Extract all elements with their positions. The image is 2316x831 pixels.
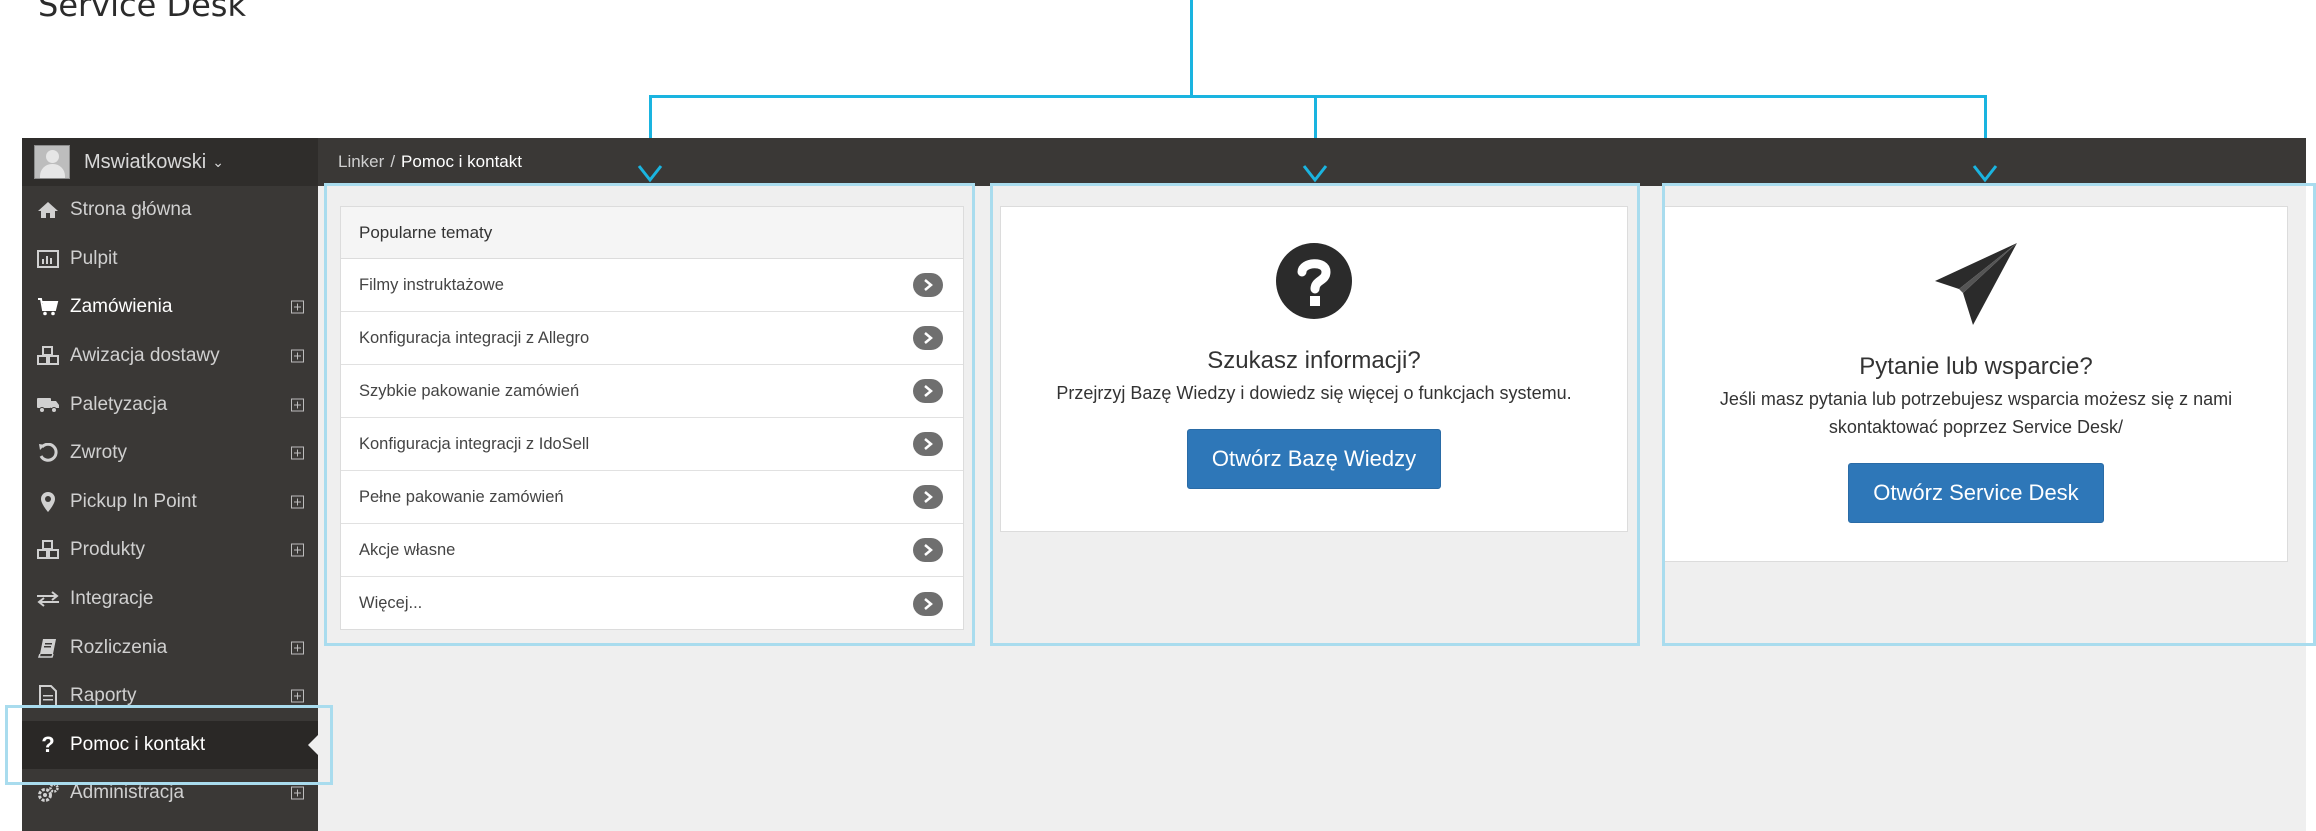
cubes-icon (34, 540, 62, 560)
list-item[interactable]: Więcej... (341, 577, 963, 630)
user-name: Mswiatkowski (84, 150, 207, 173)
topic-label: Pełne pakowanie zamówień (359, 487, 564, 506)
sidebar-item-pomoc-i-kontakt[interactable]: ? Pomoc i kontakt (22, 720, 318, 770)
topic-label: Więcej... (359, 594, 423, 612)
sidebar-item-administracja[interactable]: Administracja (22, 769, 318, 818)
expand-icon[interactable] (291, 543, 304, 557)
book-icon (34, 638, 62, 658)
service-desk-title: Pytanie lub wsparcie? (1859, 353, 2093, 380)
arrow-down-icon (637, 165, 663, 183)
sidebar-item-produkty[interactable]: Produkty (22, 526, 318, 575)
list-item[interactable]: Szybkie pakowanie zamówień (341, 365, 963, 418)
open-service-desk-button[interactable]: Otwórz Service Desk (1848, 463, 2104, 523)
expand-icon[interactable] (291, 398, 304, 412)
sidebar-item-strona-glowna[interactable]: Strona główna (22, 186, 318, 235)
arrow-down-icon (1972, 165, 1998, 183)
cubes-icon (34, 346, 62, 366)
sidebar-item-raporty[interactable]: Raporty (22, 672, 318, 721)
sidebar-item-label: Rozliczenia (70, 636, 168, 658)
sidebar-item-zamowienia[interactable]: Zamówienia (22, 283, 318, 332)
avatar (34, 145, 70, 179)
undo-icon (34, 443, 62, 463)
paper-plane-icon (1935, 243, 2017, 325)
service-desk-description: Jeśli masz pytania lub potrzebujesz wspa… (1719, 389, 2233, 437)
list-item[interactable]: Konfiguracja integracji z Allegro (341, 312, 963, 365)
sidebar-item-rozliczenia[interactable]: Rozliczenia (22, 623, 318, 672)
topic-label: Konfiguracja integracji z Allegro (359, 328, 590, 347)
chevron-right-icon[interactable] (913, 432, 943, 456)
sidebar-item-label: Raporty (70, 685, 137, 707)
knowledge-base-description: Przejrzyj Bazę Wiedzy i dowiedz się więc… (1056, 383, 1572, 403)
question-circle-icon (1276, 243, 1352, 319)
topic-label: Akcje własne (359, 540, 456, 559)
chevron-right-icon[interactable] (913, 485, 943, 509)
expand-icon[interactable] (291, 495, 304, 509)
popular-topics-header: Popularne tematy (341, 207, 963, 259)
service-desk-panel: Pytanie lub wsparcie? Jeśli masz pytania… (1664, 206, 2288, 562)
expand-icon[interactable] (291, 786, 304, 800)
list-item[interactable]: Akcje własne (341, 524, 963, 577)
sidebar-item-label: Zwroty (70, 442, 127, 464)
file-text-icon (34, 685, 62, 708)
knowledge-base-title: Szukasz informacji? (1207, 347, 1421, 374)
sidebar-item-label: Integracje (70, 588, 154, 610)
sidebar-item-paletyzacja[interactable]: Paletyzacja (22, 380, 318, 429)
sidebar-item-pulpit[interactable]: Pulpit (22, 235, 318, 284)
expand-icon[interactable] (291, 300, 304, 314)
sidebar: Mswiatkowski ⌄ Strona główna Pulpit Zamó… (22, 138, 318, 831)
app-window: Mswiatkowski ⌄ Strona główna Pulpit Zamó… (22, 138, 2306, 831)
active-indicator (308, 734, 318, 755)
popular-topics-panel: Popularne tematy Filmy instruktażowe Kon… (340, 206, 964, 630)
list-item[interactable]: Pełne pakowanie zamówień (341, 471, 963, 524)
exchange-icon (34, 590, 62, 608)
breadcrumb-current: Pomoc i kontakt (401, 152, 522, 171)
annotation-title: Service Desk (38, 0, 246, 24)
sidebar-item-label: Administracja (70, 782, 185, 804)
sidebar-item-label: Paletyzacja (70, 393, 168, 415)
sidebar-item-awizacja-dostawy[interactable]: Awizacja dostawy (22, 332, 318, 381)
user-menu[interactable]: Mswiatkowski ⌄ (22, 138, 318, 186)
dashboard-icon (34, 249, 62, 268)
breadcrumb-separator: / (390, 152, 396, 171)
sidebar-item-label: Strona główna (70, 199, 192, 221)
sidebar-item-integracje[interactable]: Integracje (22, 575, 318, 624)
expand-icon[interactable] (291, 349, 304, 363)
list-item[interactable]: Filmy instruktażowe (341, 259, 963, 312)
sidebar-item-label: Pickup In Point (70, 490, 197, 512)
knowledge-base-panel: Szukasz informacji? Przejrzyj Bazę Wiedz… (1000, 206, 1628, 532)
sidebar-item-label: Awizacja dostawy (70, 345, 220, 367)
chevron-right-icon[interactable] (913, 273, 943, 297)
chevron-right-icon[interactable] (913, 379, 943, 403)
breadcrumb-parent[interactable]: Linker (338, 152, 384, 172)
expand-icon[interactable] (291, 689, 304, 703)
sidebar-item-label: Pomoc i kontakt (70, 733, 206, 755)
truck-icon (34, 396, 62, 414)
sidebar-item-label: Zamówienia (70, 296, 173, 318)
sidebar-item-label: Produkty (70, 539, 145, 561)
expand-icon[interactable] (291, 446, 304, 460)
topic-label: Konfiguracja integracji z IdoSell (359, 434, 590, 453)
arrow-down-icon (1302, 165, 1328, 183)
chevron-right-icon[interactable] (913, 326, 943, 350)
home-icon (34, 201, 62, 219)
question-icon: ? (41, 731, 55, 757)
chevron-right-icon[interactable] (913, 591, 943, 616)
open-knowledge-base-button[interactable]: Otwórz Bazę Wiedzy (1186, 429, 1442, 489)
map-marker-icon (34, 491, 62, 513)
sidebar-item-label: Pulpit (70, 247, 118, 269)
annotation-line-vertical (1190, 0, 1193, 97)
topic-label: Filmy instruktażowe (359, 275, 504, 294)
topic-label: Szybkie pakowanie zamówień (359, 381, 580, 400)
sidebar-item-pickup-in-point[interactable]: Pickup In Point (22, 478, 318, 527)
expand-icon[interactable] (291, 641, 304, 655)
chevron-right-icon[interactable] (913, 538, 943, 562)
cart-icon (34, 298, 62, 316)
cogs-icon (34, 783, 62, 803)
sidebar-item-zwroty[interactable]: Zwroty (22, 429, 318, 478)
list-item[interactable]: Konfiguracja integracji z IdoSell (341, 418, 963, 471)
annotation-line-horizontal (649, 95, 1987, 98)
chevron-down-icon: ⌄ (212, 153, 224, 170)
